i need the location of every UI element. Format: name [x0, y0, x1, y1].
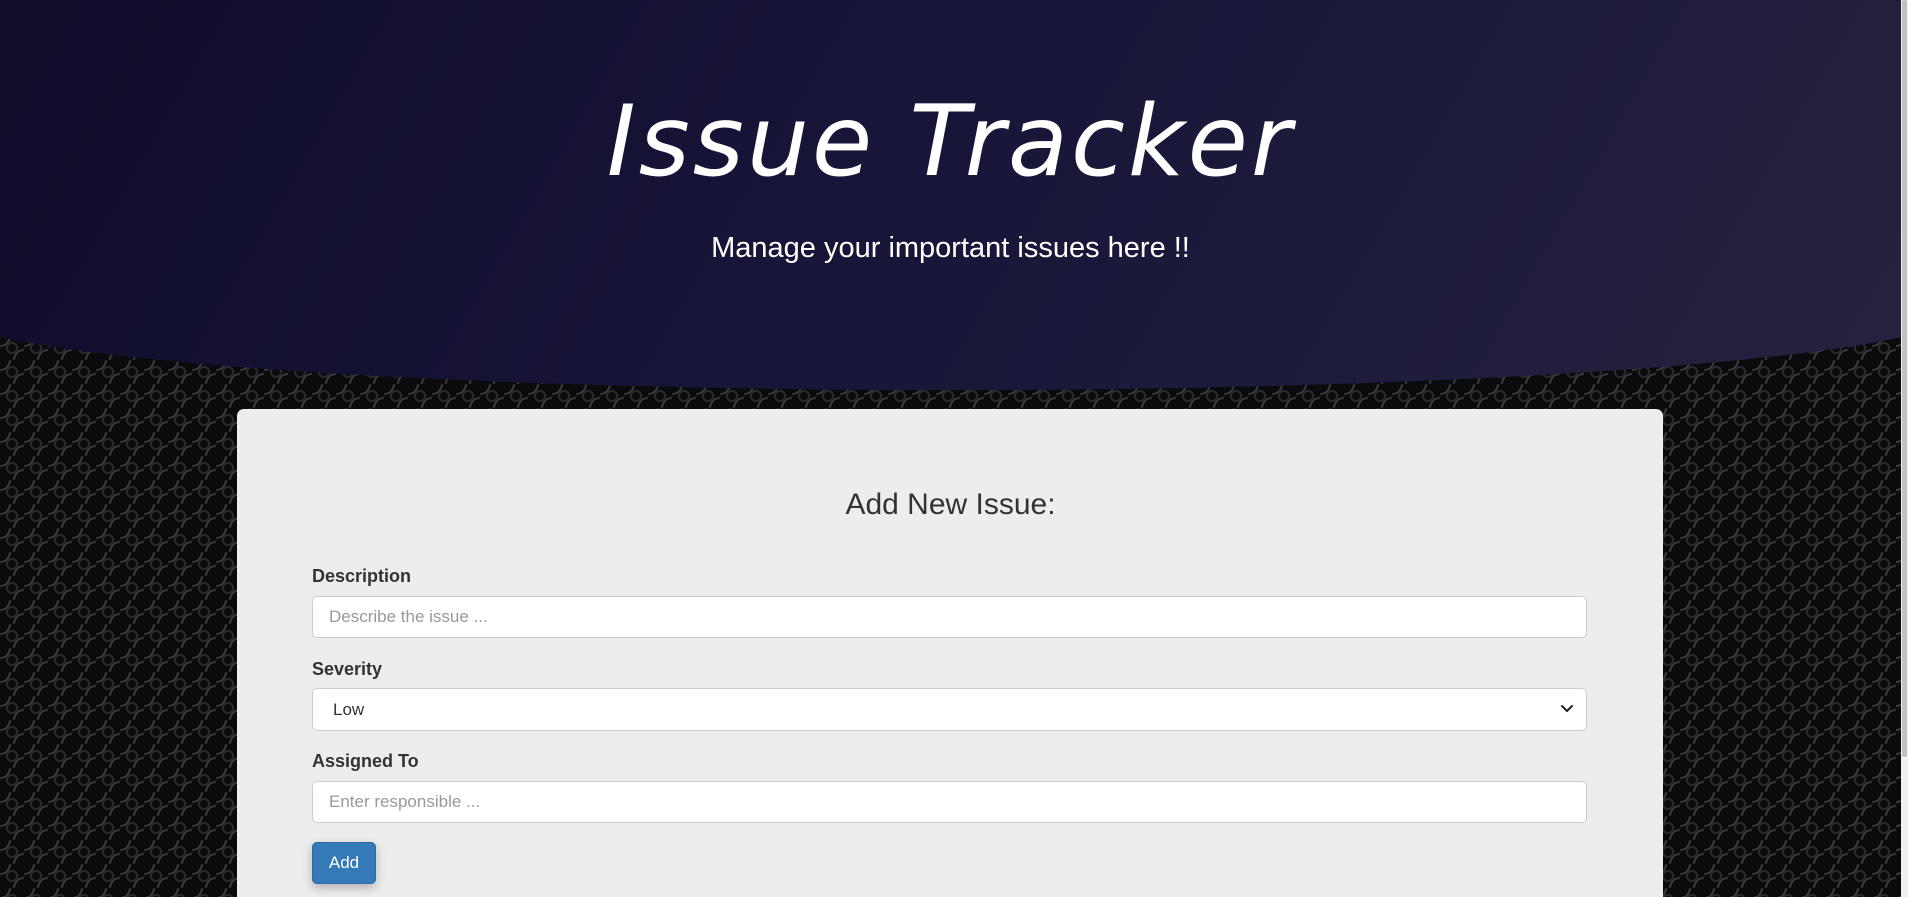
page-header: Issue Tracker Manage your important issu…	[0, 0, 1908, 390]
description-label: Description	[312, 566, 412, 586]
page-title: Issue Tracker	[606, 85, 1295, 199]
severity-select[interactable]: Low	[312, 688, 1587, 731]
form-heading: Add New Issue:	[845, 488, 1056, 521]
page: Issue Tracker Manage your important issu…	[0, 0, 1908, 897]
assigned-to-label: Assigned To	[312, 751, 419, 771]
description-input[interactable]	[312, 596, 1587, 638]
page-subtitle: Manage your important issues here !!	[711, 232, 1190, 264]
scrollbar[interactable]	[1901, 0, 1908, 897]
scrollbar-thumb[interactable]	[1902, 0, 1907, 757]
severity-selected-value: Low	[333, 700, 365, 719]
issue-form-card	[237, 409, 1663, 897]
severity-label: Severity	[312, 659, 383, 679]
add-issue-button[interactable]: Add	[312, 842, 376, 884]
chevron-down-icon	[1561, 705, 1573, 712]
assigned-to-input[interactable]	[312, 781, 1587, 823]
